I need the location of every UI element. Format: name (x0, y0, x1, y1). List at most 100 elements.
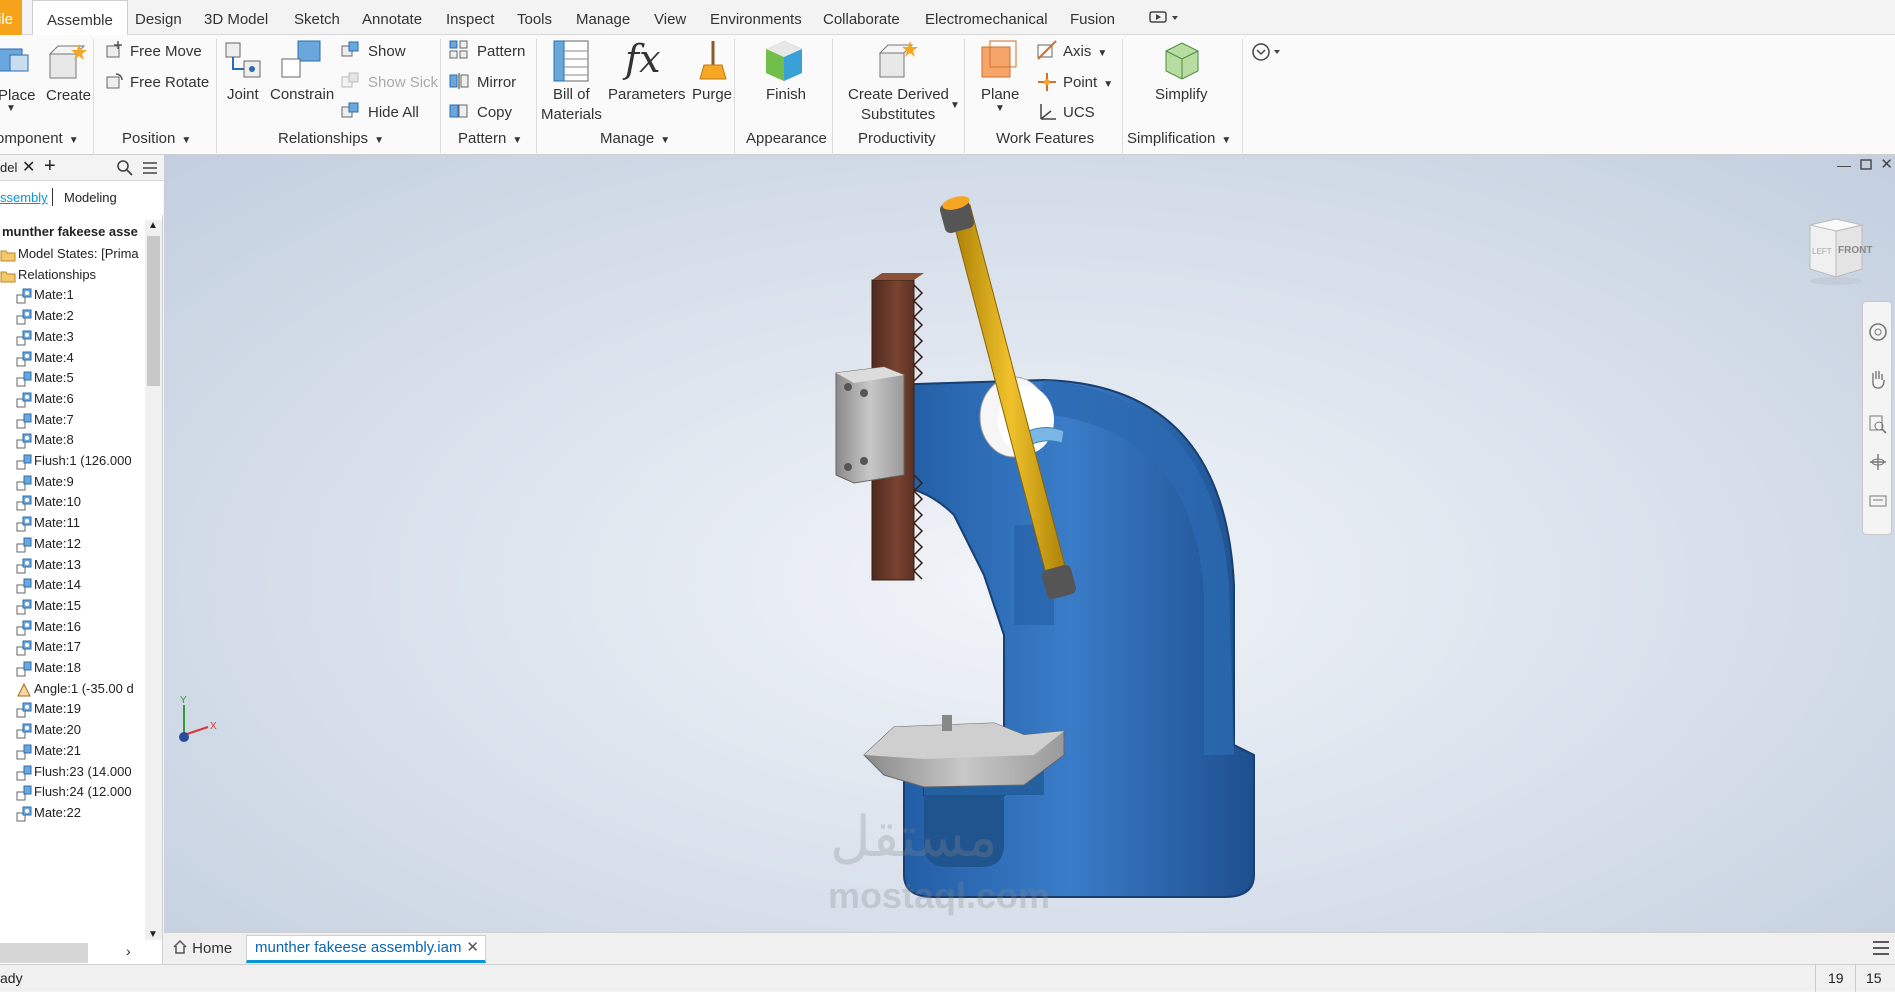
place-icon[interactable] (0, 41, 32, 85)
bill-of-materials-icon[interactable] (550, 39, 594, 87)
manage-panel-label[interactable]: Manage ▼ (600, 130, 670, 147)
modeling-view-link[interactable]: Modeling (64, 190, 117, 205)
menu-tab-environments[interactable]: Environments (710, 0, 802, 35)
close-tab-icon[interactable]: ✕ (22, 157, 35, 177)
scroll-down-icon[interactable]: ▼ (148, 929, 158, 940)
finish-button[interactable]: Finish (766, 86, 806, 103)
menu-tab-electromechanical[interactable]: Electromechanical (925, 0, 1048, 35)
menu-tab-manage[interactable]: Manage (576, 0, 630, 35)
view-cube[interactable]: FRONT LEFT (1800, 215, 1872, 285)
scrollbar-thumb[interactable] (147, 236, 160, 386)
menu-tab-fusion[interactable]: Fusion (1070, 0, 1115, 35)
finish-icon[interactable] (762, 39, 806, 87)
show-icon[interactable] (340, 40, 360, 64)
plane-icon[interactable] (978, 39, 1022, 87)
menu-tab-collaborate[interactable]: Collaborate (823, 0, 900, 35)
parameters-icon[interactable]: fx (625, 37, 661, 81)
scroll-up-icon[interactable]: ▲ (148, 220, 158, 231)
joint-button[interactable]: Joint (227, 86, 259, 103)
plane-dropdown-icon[interactable]: ▼ (995, 103, 1005, 114)
copy-button[interactable]: Copy (477, 104, 512, 121)
simplify-icon[interactable] (1160, 39, 1204, 87)
axis-icon[interactable] (1036, 39, 1058, 65)
hide-all-button[interactable]: Hide All (368, 104, 419, 121)
home-tab[interactable]: Home (172, 936, 232, 962)
assembly-view-link[interactable]: ssembly (0, 190, 48, 205)
free-rotate-icon[interactable] (104, 71, 124, 95)
point-button[interactable]: Point ▼ (1063, 74, 1113, 91)
productivity-dropdown-icon[interactable]: ▼ (950, 100, 960, 111)
look-at-icon[interactable] (1868, 490, 1888, 514)
document-list-icon[interactable] (1871, 939, 1891, 961)
create-derived-substitutes-label-line2[interactable]: Substitutes (861, 106, 935, 123)
document-tab-active[interactable]: munther fakeese assembly.iam ✕ (246, 935, 486, 963)
zoom-icon[interactable] (1868, 414, 1888, 438)
graphics-viewport[interactable]: Y X مستقل mostaql.com — ✕ FRONT LEFT (164, 155, 1895, 932)
free-rotate-button[interactable]: Free Rotate (130, 74, 209, 91)
pattern-panel-label[interactable]: Pattern ▼ (458, 130, 522, 147)
menu-tab-3d-model[interactable]: 3D Model (204, 0, 268, 35)
component-panel-label[interactable]: omponent ▼ (0, 130, 79, 147)
purge-button[interactable]: Purge (692, 86, 732, 103)
pattern-button[interactable]: Pattern (477, 43, 525, 60)
add-tab-icon[interactable]: + (44, 155, 56, 178)
plane-button[interactable]: Plane (981, 86, 1019, 103)
bill-of-materials-label-line2[interactable]: Materials (541, 106, 602, 123)
position-panel-label[interactable]: Position ▼ (122, 130, 191, 147)
constrain-icon[interactable] (280, 39, 322, 85)
menu-tab-file[interactable]: ile (0, 0, 22, 35)
minimize-icon[interactable]: — (1837, 157, 1851, 173)
create-derived-substitutes-icon[interactable] (876, 39, 920, 87)
mirror-icon[interactable] (449, 71, 469, 95)
create-component-icon[interactable] (46, 40, 88, 86)
hide-all-icon[interactable] (340, 101, 360, 125)
simplify-button[interactable]: Simplify (1155, 86, 1208, 103)
show-button[interactable]: Show (368, 43, 406, 60)
purge-icon[interactable] (698, 39, 728, 87)
orbit-icon[interactable] (1868, 452, 1888, 476)
menu-tab-assemble[interactable]: Assemble (32, 0, 128, 36)
pattern-icon[interactable] (449, 40, 469, 64)
create-button[interactable]: Create (46, 87, 91, 104)
assembly-model[interactable]: Y X (164, 155, 1895, 932)
menu-tab-design[interactable]: Design (135, 0, 182, 35)
steering-wheel-icon[interactable] (1868, 322, 1888, 346)
relationships-panel-label[interactable]: Relationships ▼ (278, 130, 384, 147)
video-options-icon[interactable] (1148, 8, 1182, 26)
menu-tab-sketch[interactable]: Sketch (294, 0, 340, 35)
view-cube-front-label[interactable]: FRONT (1838, 245, 1872, 256)
ucs-button[interactable]: UCS (1063, 104, 1095, 121)
pan-icon[interactable] (1868, 368, 1888, 394)
guide-plate[interactable] (835, 366, 905, 484)
place-dropdown-icon[interactable]: ▼ (6, 103, 16, 114)
joint-icon[interactable] (224, 39, 264, 85)
browser-scrollbar[interactable]: ▲ ▼ (145, 220, 162, 940)
create-derived-substitutes-button[interactable]: Create Derived (848, 86, 949, 103)
tree-relationship-item[interactable]: Mate:22 (0, 800, 145, 825)
search-icon[interactable] (116, 159, 134, 181)
point-icon[interactable] (1036, 71, 1058, 97)
mirror-button[interactable]: Mirror (477, 74, 516, 91)
close-window-icon[interactable]: ✕ (1880, 155, 1893, 173)
copy-icon[interactable] (449, 101, 469, 125)
restore-icon[interactable] (1859, 157, 1873, 175)
menu-tab-tools[interactable]: Tools (517, 0, 552, 35)
axis-button[interactable]: Axis ▼ (1063, 43, 1107, 60)
bill-of-materials-button[interactable]: Bill of (553, 86, 590, 103)
scroll-right-icon[interactable]: › (126, 943, 131, 959)
constrain-button[interactable]: Constrain (270, 86, 334, 103)
parameters-button[interactable]: Parameters (608, 86, 686, 103)
free-move-button[interactable]: Free Move (130, 43, 202, 60)
ribbon-options-icon[interactable] (1250, 41, 1284, 67)
ucs-icon[interactable] (1036, 101, 1058, 127)
browser-tab-model[interactable]: del (0, 155, 17, 181)
close-document-icon[interactable]: ✕ (466, 936, 479, 960)
menu-tab-view[interactable]: View (654, 0, 686, 35)
place-button[interactable]: Place (0, 87, 36, 104)
menu-tab-inspect[interactable]: Inspect (446, 0, 494, 35)
menu-icon[interactable] (141, 159, 159, 181)
free-move-icon[interactable] (104, 40, 124, 64)
simplification-panel-label[interactable]: Simplification ▼ (1127, 130, 1231, 147)
view-cube-left-label[interactable]: LEFT (1812, 247, 1832, 256)
horizontal-scrollbar-thumb[interactable] (0, 943, 88, 963)
